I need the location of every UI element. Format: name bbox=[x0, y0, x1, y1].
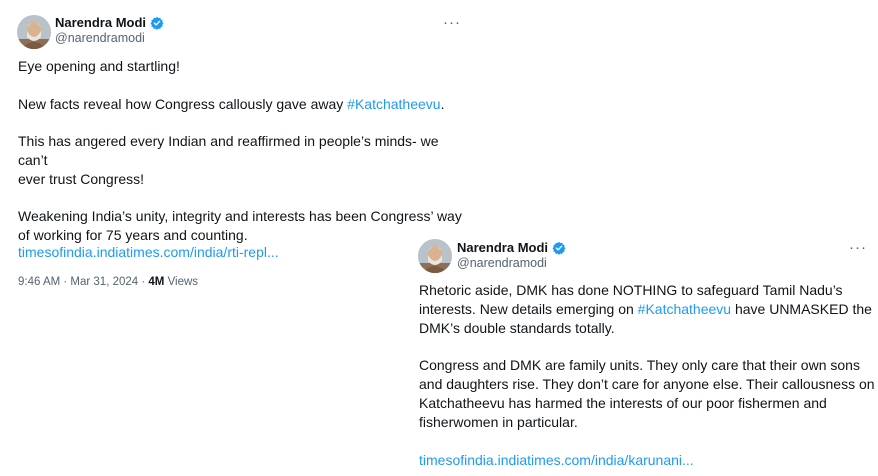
paragraph-line: Katchatheevu has harmed the interests of… bbox=[419, 394, 827, 411]
hashtag-link[interactable]: #Katchatheevu bbox=[347, 96, 440, 112]
verified-badge-icon bbox=[552, 241, 566, 255]
paragraph-text: New facts reveal how Congress callously … bbox=[18, 95, 348, 112]
more-options-icon[interactable]: ··· bbox=[849, 240, 867, 255]
tweet-paragraph: New facts reveal how Congress callously … bbox=[18, 95, 468, 114]
paragraph-line: DMK’s double standards totally. bbox=[419, 319, 615, 336]
paragraph-line: ever trust Congress! bbox=[18, 170, 145, 187]
author-handle[interactable]: @narendramodi bbox=[55, 31, 145, 45]
avatar-image bbox=[17, 15, 51, 49]
tweet-card-2[interactable]: Narendra Modi @narendramodi ··· Rhetoric… bbox=[405, 228, 878, 476]
more-options-icon[interactable]: ··· bbox=[443, 15, 461, 30]
paragraph-text: . bbox=[440, 95, 445, 112]
author-name-row: Narendra Modi bbox=[457, 240, 566, 255]
paragraph-line: interests. New details emerging on bbox=[419, 300, 638, 317]
author-name-row: Narendra Modi bbox=[55, 15, 164, 30]
verified-badge-icon bbox=[150, 16, 164, 30]
tweet-timestamp[interactable]: 9:46 AM · Mar 31, 2024 · bbox=[18, 276, 148, 288]
paragraph-line: This has angered every Indian and reaffi… bbox=[18, 133, 439, 168]
author-name[interactable]: Narendra Modi bbox=[55, 15, 146, 30]
avatar[interactable] bbox=[418, 239, 452, 273]
paragraph-line: Congress and DMK are family units. They … bbox=[419, 357, 860, 374]
tweet-paragraph: This has angered every Indian and reaffi… bbox=[18, 132, 468, 188]
author-name[interactable]: Narendra Modi bbox=[457, 240, 548, 255]
tweet-timestamp-row: 9:46 AM · Mar 31, 2024 · 4M Views bbox=[18, 276, 198, 288]
tweet-paragraph: Eye opening and startling! bbox=[18, 57, 468, 76]
views-count: 4M bbox=[148, 276, 165, 288]
avatar-image bbox=[418, 239, 452, 273]
paragraph-line: and daughters rise. They don’t care for … bbox=[419, 375, 875, 392]
author-handle[interactable]: @narendramodi bbox=[457, 256, 547, 270]
paragraph-line: Rhetoric aside, DMK has done NOTHING to … bbox=[419, 282, 843, 298]
paragraph-text: Eye opening and startling! bbox=[18, 58, 180, 74]
avatar[interactable] bbox=[17, 15, 51, 49]
tweet-paragraph: Congress and DMK are family units. They … bbox=[419, 356, 875, 431]
article-link[interactable]: timesofindia.indiatimes.com/india/rti-re… bbox=[18, 244, 279, 260]
tweet-paragraph: Weakening India’s unity, integrity and i… bbox=[18, 207, 468, 245]
paragraph-line: have UNMASKED the bbox=[731, 300, 872, 317]
paragraph-line: fisherwomen in particular. bbox=[419, 413, 578, 430]
article-link[interactable]: timesofindia.indiatimes.com/india/karuna… bbox=[419, 452, 694, 468]
tweet-text: Eye opening and startling! New facts rev… bbox=[18, 57, 468, 245]
paragraph-line: of working for 75 years and counting. bbox=[18, 227, 248, 244]
views-label: Views bbox=[164, 276, 199, 288]
paragraph-line: Weakening India’s unity, integrity and i… bbox=[18, 208, 462, 225]
tweet-card-1[interactable]: Narendra Modi @narendramodi ··· Eye open… bbox=[0, 0, 475, 300]
hashtag-link[interactable]: #Katchatheevu bbox=[638, 301, 731, 317]
tweet-paragraph: Rhetoric aside, DMK has done NOTHING to … bbox=[419, 281, 875, 337]
tweet-text: Rhetoric aside, DMK has done NOTHING to … bbox=[419, 281, 875, 431]
